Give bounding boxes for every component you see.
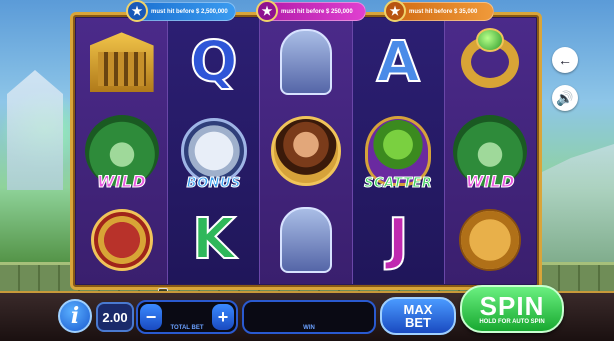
control-bar: i 2.00 − + TOTAL BET WIN MAX BET SPIN HO… bbox=[0, 285, 614, 341]
gold-coin-icon bbox=[459, 208, 522, 271]
letter-a-icon: A bbox=[376, 29, 421, 96]
win-label: WIN bbox=[303, 325, 315, 331]
reel-cell: WILD bbox=[76, 107, 167, 196]
letter-j-icon: J bbox=[387, 206, 410, 273]
wild-label: WILD bbox=[465, 172, 515, 192]
letter-k-icon: K bbox=[191, 206, 236, 273]
star-icon: ★ bbox=[256, 0, 278, 22]
back-arrow-icon[interactable]: ← bbox=[552, 47, 578, 73]
warrior-icon bbox=[280, 206, 332, 273]
spin-sub-label: HOLD FOR AUTO SPIN bbox=[479, 319, 545, 325]
bet-value-display: 2.00 bbox=[96, 302, 134, 332]
reel-1: WILD bbox=[76, 18, 169, 284]
win-box: WIN bbox=[242, 300, 376, 334]
temple-icon bbox=[89, 32, 154, 93]
reel-cell: K bbox=[168, 195, 259, 284]
jackpot-major-text: must hit before $ 250,000 bbox=[281, 8, 353, 15]
reel-cell: Q bbox=[168, 18, 259, 107]
scatter-label: SCATTER bbox=[364, 176, 433, 192]
reel-2: Q BONUS K bbox=[168, 18, 261, 284]
reel-cell: J bbox=[353, 195, 444, 284]
reel-5: WILD bbox=[444, 18, 537, 284]
reels: WILD Q BONUS K A SCATTER J WILD bbox=[76, 18, 537, 284]
reels-frame: WILD Q BONUS K A SCATTER J WILD bbox=[70, 12, 542, 290]
reel-cell: SCATTER bbox=[353, 107, 444, 196]
letter-q-icon: Q bbox=[189, 29, 239, 96]
info-button[interactable]: i bbox=[58, 299, 92, 333]
reel-cell bbox=[260, 107, 351, 196]
warrior-icon bbox=[280, 29, 332, 96]
max-bet-line2: BET bbox=[405, 315, 431, 330]
reel-cell: WILD bbox=[445, 107, 536, 196]
star-icon: ★ bbox=[384, 0, 406, 22]
reel-cell bbox=[260, 195, 351, 284]
reel-cell bbox=[76, 195, 167, 284]
jackpot-grand-text: must hit before $ 2,500,000 bbox=[151, 8, 228, 15]
total-bet-box: − + TOTAL BET bbox=[136, 300, 238, 334]
pegasus-bonus-icon bbox=[180, 118, 247, 184]
shield-sword-icon bbox=[90, 208, 153, 271]
reel-cell bbox=[445, 18, 536, 107]
reel-cell bbox=[76, 18, 167, 107]
reel-cell: A bbox=[353, 18, 444, 107]
background-temple bbox=[7, 70, 63, 190]
sound-icon[interactable]: 🔊 bbox=[552, 85, 578, 111]
reel-4: A SCATTER J bbox=[352, 18, 445, 284]
background-ruins bbox=[542, 144, 614, 270]
reel-cell bbox=[260, 18, 351, 107]
ring-icon bbox=[461, 36, 520, 89]
jackpot-minor-text: must hit before $ 35,000 bbox=[409, 8, 478, 15]
reel-cell bbox=[445, 195, 536, 284]
max-bet-button[interactable]: MAX BET bbox=[380, 297, 456, 335]
reel-3 bbox=[260, 18, 353, 284]
star-icon: ★ bbox=[126, 0, 148, 22]
jackpot-bar-grand: ★ must hit before $ 2,500,000 bbox=[126, 0, 236, 22]
spin-button[interactable]: SPIN HOLD FOR AUTO SPIN bbox=[460, 285, 564, 333]
jackpot-bar-major: ★ must hit before $ 250,000 bbox=[256, 0, 366, 22]
jackpot-bar-minor: ★ must hit before $ 35,000 bbox=[384, 0, 494, 22]
total-bet-label: TOTAL BET bbox=[170, 325, 204, 331]
wild-label: WILD bbox=[97, 172, 147, 192]
bonus-label: BONUS bbox=[186, 176, 241, 192]
hero-icon bbox=[271, 116, 341, 186]
spin-label: SPIN bbox=[479, 291, 545, 321]
reel-cell: BONUS bbox=[168, 107, 259, 196]
